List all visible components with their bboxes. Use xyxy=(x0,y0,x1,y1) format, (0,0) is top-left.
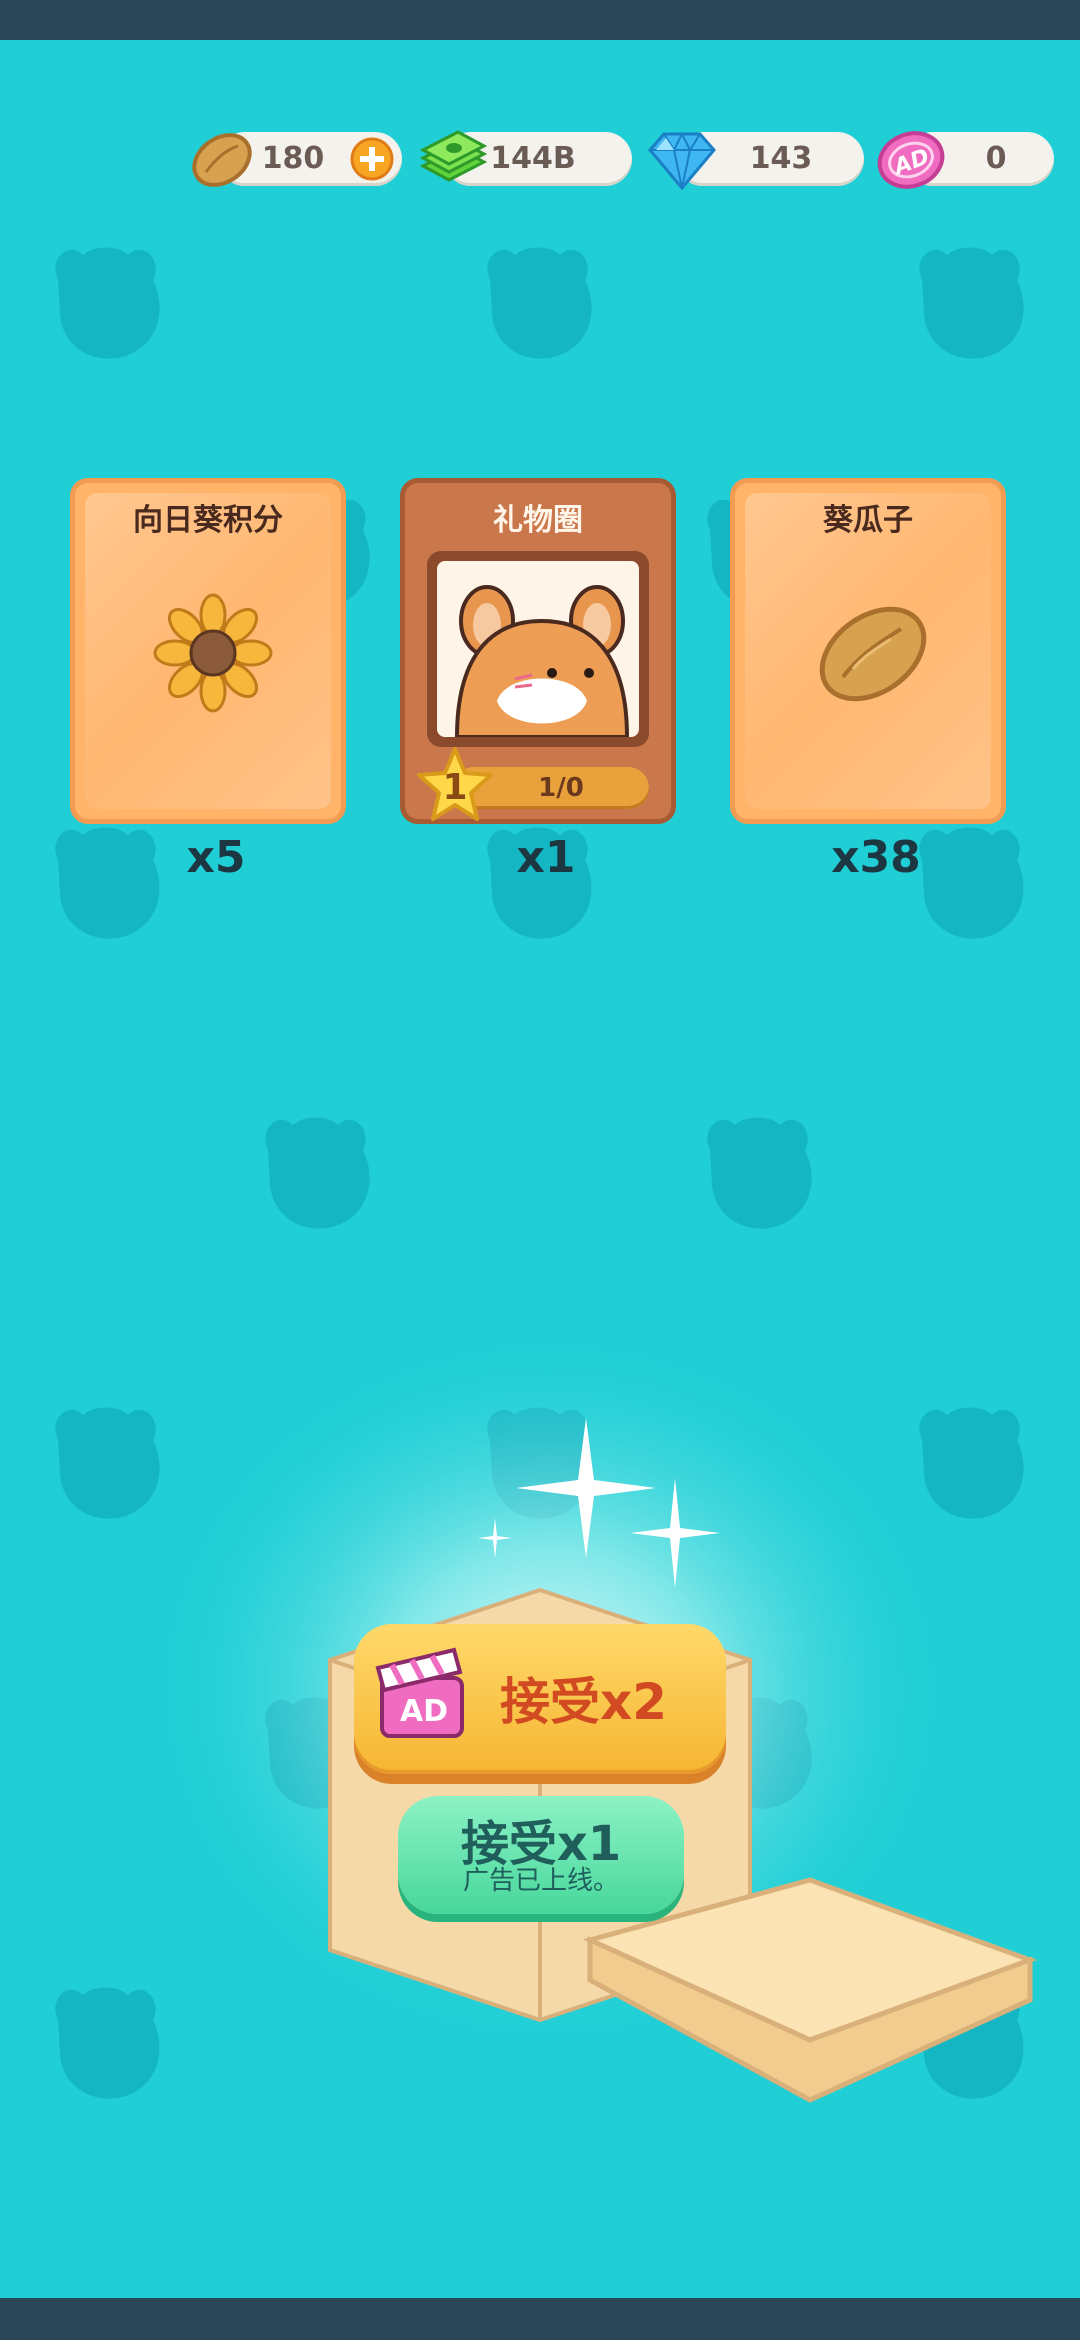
sunflower-icon xyxy=(153,593,273,713)
status-bar xyxy=(0,0,1080,40)
accept-x2-label: 接受x2 xyxy=(500,1673,668,1731)
reward-card-sunflower-seeds: 葵瓜子 xyxy=(730,478,1006,824)
add-seeds-button[interactable] xyxy=(350,137,394,181)
currency-diamonds: 143 xyxy=(646,130,866,191)
hamster-icon xyxy=(454,585,630,737)
reward-title: 向日葵积分 xyxy=(133,503,283,538)
accept-x1-button[interactable]: 接受x1 广告已上线。 xyxy=(398,1796,684,1914)
ad-tickets-value: 0 xyxy=(985,141,1007,176)
ad-badge-text: AD xyxy=(399,1694,449,1729)
reward-count-sunflower-points: x5 xyxy=(186,832,246,883)
currency-cash: 144B xyxy=(418,130,634,188)
hamster-portrait xyxy=(427,551,649,747)
level-number: 1 xyxy=(442,767,468,808)
currency-seeds: 180 xyxy=(188,130,404,188)
navigation-bar xyxy=(0,2298,1080,2340)
reward-card-gift-ring: 礼物圈 1/0 1 xyxy=(400,478,676,824)
accept-x2-ad-button[interactable]: AD 接受x2 xyxy=(354,1624,726,1774)
reward-title: 礼物圈 xyxy=(493,503,583,538)
cash-value: 144B xyxy=(490,141,576,176)
reward-title: 葵瓜子 xyxy=(823,503,913,538)
seed-icon xyxy=(819,606,927,702)
diamonds-value: 143 xyxy=(749,141,813,176)
currency-ad-tickets: AD 0 xyxy=(876,130,1056,189)
seed-icon xyxy=(192,133,252,187)
accept-x1-subtitle: 广告已上线。 xyxy=(462,1866,619,1896)
sparkle-icon xyxy=(478,1518,512,1558)
ad-ticket-icon: AD xyxy=(877,131,945,189)
reward-card-sunflower-points: 向日葵积分 xyxy=(70,478,346,824)
seeds-value: 180 xyxy=(261,141,325,176)
sparkle-icon xyxy=(630,1478,720,1588)
reward-count-gift-ring: x1 xyxy=(516,832,576,883)
reward-count-sunflower-seeds: x38 xyxy=(831,832,921,883)
diamond-icon xyxy=(648,131,716,191)
